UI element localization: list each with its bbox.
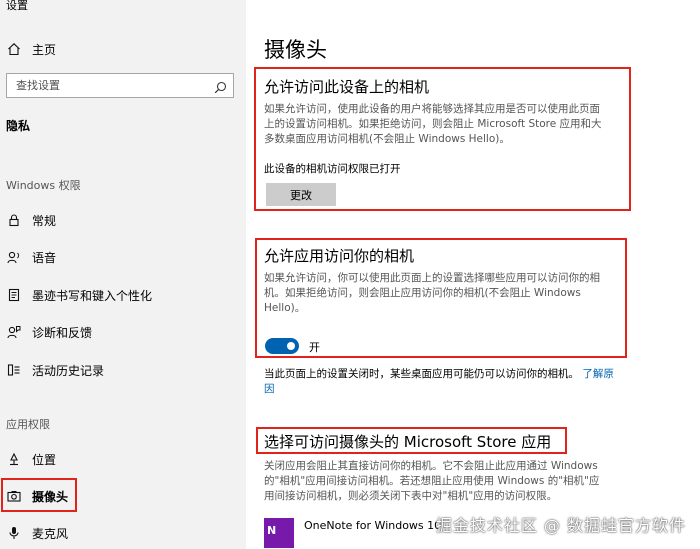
home-icon: [6, 41, 22, 57]
section-title-privacy: 隐私: [6, 119, 31, 133]
onenote-icon-letter: N: [267, 524, 277, 537]
nav-general-label: 常规: [32, 213, 57, 228]
section3-desc-line: 的"相机"应用间接访问相机。若还想阻止应用使用 Windows 的"相机"应: [264, 475, 600, 487]
section1-desc-line: 多数桌面应用访问相机(不会阻止 Windows Hello)。: [264, 133, 510, 145]
change-button[interactable]: 更改: [266, 183, 336, 206]
nav-inking[interactable]: 墨迹书写和键入个性化: [0, 282, 246, 308]
location-icon: [6, 451, 22, 467]
toggle-state-label: 开: [309, 341, 320, 354]
microphone-icon: [6, 525, 22, 541]
nav-home[interactable]: 主页: [0, 36, 246, 62]
section3-desc-line: 用间接访问相机，则必须关闭下表中对"相机"应用的访问权限。: [264, 490, 558, 502]
section2-desc-line: Hello)。: [264, 302, 306, 314]
section2-heading: 允许应用访问你的相机: [264, 247, 415, 265]
history-icon: [6, 362, 22, 378]
desktop-apps-note: 当此页面上的设置关闭时，某些桌面应用可能仍可以访问你的相机。 了解原因: [264, 367, 624, 397]
app-camera-toggle[interactable]: [265, 338, 299, 354]
section2-desc-line: 机。如果拒绝访问，则会阻止应用访问你的相机(不会阻止 Windows: [264, 287, 581, 299]
lock-icon: [6, 212, 22, 228]
nav-feedback-label: 诊断和反馈: [32, 325, 93, 340]
section3-heading: 选择可访问摄像头的 Microsoft Store 应用: [264, 433, 552, 451]
toggle-knob: [287, 342, 295, 350]
app-title: 设置: [6, 0, 28, 12]
nav-microphone[interactable]: 麦克风: [0, 520, 246, 546]
nav-history-label: 活动历史记录: [32, 363, 105, 378]
section1-desc-line: 上的设置访问相机。如果拒绝访问，则会阻止 Microsoft Store 应用和…: [264, 118, 602, 130]
nav-history[interactable]: 活动历史记录: [0, 357, 246, 383]
section1-heading: 允许访问此设备上的相机: [264, 78, 430, 96]
section2-description: 如果允许访问，你可以使用此页面上的设置选择哪些应用可以访问你的相 机。如果拒绝访…: [264, 271, 600, 316]
onenote-icon: N: [264, 518, 294, 548]
search-icon[interactable]: [214, 79, 227, 94]
sidebar: 设置 主页 隐私 Windows 权限 常规 语音 墨迹书写和键入个性化: [0, 0, 246, 549]
nav-microphone-label: 麦克风: [32, 526, 69, 541]
group-label-app: 应用权限: [6, 418, 50, 431]
section3-desc-line: 关闭应用会阻止其直接访问你的相机。它不会阻止此应用通过 Windows: [264, 460, 598, 472]
device-access-status: 此设备的相机访问权限已打开: [264, 163, 401, 175]
nav-general[interactable]: 常规: [0, 207, 246, 233]
nav-inking-label: 墨迹书写和键入个性化: [32, 288, 153, 303]
nav-home-label: 主页: [32, 42, 57, 57]
nav-speech-label: 语音: [32, 250, 57, 265]
note-text: 当此页面上的设置关闭时，某些桌面应用可能仍可以访问你的相机。: [264, 368, 579, 380]
nav-feedback[interactable]: 诊断和反馈: [0, 319, 246, 345]
app-row-onenote: N OneNote for Windows 10: [264, 516, 464, 549]
feedback-icon: [6, 324, 22, 340]
camera-highlight-box: [1, 478, 77, 512]
nav-speech[interactable]: 语音: [0, 244, 246, 270]
group-label-windows: Windows 权限: [6, 179, 81, 192]
section1-desc-line: 如果允许访问，使用此设备的用户将能够选择其应用是否可以使用此页面: [264, 103, 600, 115]
watermark: 掘金技术社区 @ 数据蛙官方软件: [435, 516, 686, 535]
speech-icon: [6, 249, 22, 265]
nav-location[interactable]: 位置: [0, 446, 246, 472]
inking-icon: [6, 287, 22, 303]
section2-desc-line: 如果允许访问，你可以使用此页面上的设置选择哪些应用可以访问你的相: [264, 272, 600, 284]
search-input[interactable]: [7, 74, 207, 97]
nav-location-label: 位置: [32, 452, 57, 467]
search-box: [6, 73, 234, 98]
section1-description: 如果允许访问，使用此设备的用户将能够选择其应用是否可以使用此页面 上的设置访问相…: [264, 102, 602, 147]
section3-description: 关闭应用会阻止其直接访问你的相机。它不会阻止此应用通过 Windows 的"相机…: [264, 459, 599, 504]
page-title: 摄像头: [264, 38, 327, 62]
app-name: OneNote for Windows 10: [304, 519, 442, 532]
